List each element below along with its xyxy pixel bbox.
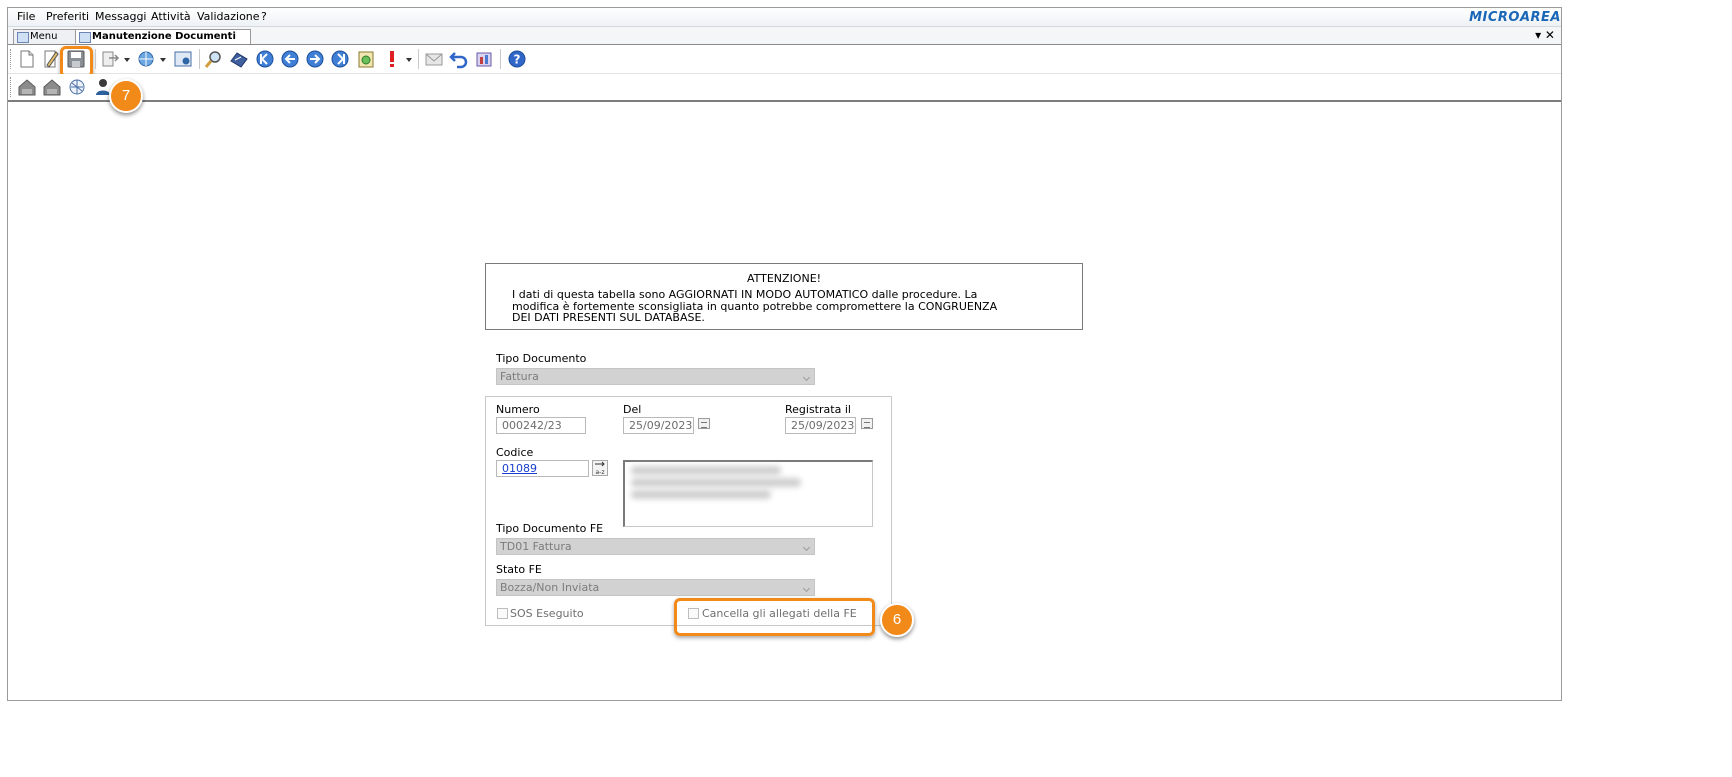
toolbar-grip bbox=[10, 49, 13, 69]
lookup-az-icon[interactable]: a-z bbox=[592, 460, 608, 476]
menu-bar: File Preferiti Messaggi Attività Validaz… bbox=[8, 8, 1561, 27]
tipo-documento-value: Fattura bbox=[500, 370, 539, 383]
sos-eseguito-label: SOS Eseguito bbox=[510, 607, 584, 620]
callout-badge-7: 7 bbox=[109, 79, 143, 113]
undo-icon[interactable] bbox=[449, 49, 469, 69]
edit-icon[interactable] bbox=[41, 49, 61, 69]
toolbar-separator bbox=[199, 49, 200, 69]
delete-icon[interactable] bbox=[100, 49, 120, 69]
main-toolbar: ? bbox=[8, 45, 1561, 78]
search-icon[interactable] bbox=[204, 49, 224, 69]
query-icon[interactable] bbox=[229, 49, 249, 69]
warning-body: I dati di questa tabella sono AGGIORNATI… bbox=[512, 288, 998, 324]
sos-eseguito-checkbox[interactable] bbox=[497, 608, 508, 619]
del-date-field[interactable]: 25/09/2023 bbox=[623, 417, 694, 434]
codice-label: Codice bbox=[496, 446, 534, 459]
svg-text:a-z: a-z bbox=[596, 469, 605, 476]
radar-icon[interactable] bbox=[356, 49, 376, 69]
stato-fe-select[interactable]: Bozza/Non Inviata bbox=[496, 579, 815, 596]
redacted-text bbox=[631, 466, 781, 475]
tab-controls[interactable]: ▾ ✕ bbox=[1535, 28, 1555, 42]
svg-text:?: ? bbox=[514, 53, 521, 67]
del-label: Del bbox=[623, 403, 642, 416]
menu-validazione[interactable]: Validazione bbox=[197, 10, 260, 23]
toolbar-separator bbox=[95, 49, 96, 69]
network-icon[interactable] bbox=[67, 77, 87, 97]
building-icon[interactable] bbox=[17, 77, 37, 97]
numero-label: Numero bbox=[496, 403, 540, 416]
tipo-documento-select[interactable]: Fattura bbox=[496, 368, 815, 385]
toolbar-separator bbox=[418, 49, 419, 69]
toolbar-grip bbox=[10, 77, 13, 97]
registrata-date-field[interactable]: 25/09/2023 bbox=[785, 417, 856, 434]
calendar-icon[interactable] bbox=[861, 418, 873, 429]
chevron-down-icon bbox=[802, 373, 811, 382]
tipo-documento-label: Tipo Documento bbox=[496, 352, 587, 365]
help-icon[interactable]: ? bbox=[507, 49, 527, 69]
menu-help[interactable]: ? bbox=[261, 10, 267, 23]
warning-title: ATTENZIONE! bbox=[746, 272, 822, 285]
tipo-documento-fe-label: Tipo Documento FE bbox=[496, 522, 604, 535]
registrata-label: Registrata il bbox=[785, 403, 851, 416]
calendar-icon[interactable] bbox=[698, 418, 710, 429]
menu-messaggi[interactable]: Messaggi bbox=[95, 10, 146, 23]
browse-icon[interactable] bbox=[136, 49, 156, 69]
stato-fe-value: Bozza/Non Inviata bbox=[500, 581, 600, 594]
new-document-icon[interactable] bbox=[17, 49, 37, 69]
codice-field[interactable]: 01089 bbox=[496, 460, 589, 477]
redacted-text bbox=[631, 490, 771, 499]
tab-manutenzione-documenti-fe[interactable]: Manutenzione Documenti FE bbox=[75, 29, 251, 56]
document-tab-icon bbox=[79, 32, 91, 43]
menu-tab-icon bbox=[17, 32, 29, 43]
email-icon[interactable] bbox=[424, 49, 444, 69]
tab-menu[interactable]: Menu bbox=[13, 29, 83, 44]
tipo-documento-fe-value: TD01 Fattura bbox=[500, 540, 572, 553]
chevron-down-icon bbox=[802, 584, 811, 593]
tipo-documento-fe-select[interactable]: TD01 Fattura bbox=[496, 538, 815, 555]
first-record-icon[interactable] bbox=[255, 49, 275, 69]
chevron-down-icon bbox=[802, 543, 811, 552]
callout-badge-6: 6 bbox=[880, 603, 914, 637]
menu-attivita[interactable]: Attività bbox=[151, 10, 191, 23]
menu-preferiti[interactable]: Preferiti bbox=[46, 10, 89, 23]
settings-icon[interactable] bbox=[173, 49, 193, 69]
alert-dropdown-icon[interactable] bbox=[406, 58, 412, 62]
numero-field[interactable]: 000242/23 bbox=[496, 417, 586, 434]
toolbar-separator bbox=[500, 49, 501, 69]
microarea-logo: MICROAREA bbox=[1469, 10, 1561, 25]
browse-dropdown-icon[interactable] bbox=[160, 58, 166, 62]
tab-menu-label: Menu bbox=[30, 31, 58, 42]
building-alt-icon[interactable] bbox=[42, 77, 62, 97]
menu-file[interactable]: File bbox=[17, 10, 35, 23]
cancella-allegati-highlight bbox=[674, 598, 875, 636]
warning-box: ATTENZIONE! I dati di questa tabella son… bbox=[485, 263, 1083, 330]
last-record-icon[interactable] bbox=[330, 49, 350, 69]
customer-description-box bbox=[623, 460, 873, 527]
alert-icon[interactable] bbox=[382, 49, 402, 69]
stato-fe-label: Stato FE bbox=[496, 563, 542, 576]
previous-record-icon[interactable] bbox=[280, 49, 300, 69]
secondary-toolbar bbox=[8, 74, 1561, 102]
next-record-icon[interactable] bbox=[305, 49, 325, 69]
redacted-text bbox=[631, 478, 801, 487]
delete-dropdown-icon[interactable] bbox=[124, 58, 130, 62]
tab-bar: Menu Manutenzione Documenti FE ▾ ✕ bbox=[8, 27, 1561, 56]
wizard-icon[interactable] bbox=[474, 49, 494, 69]
